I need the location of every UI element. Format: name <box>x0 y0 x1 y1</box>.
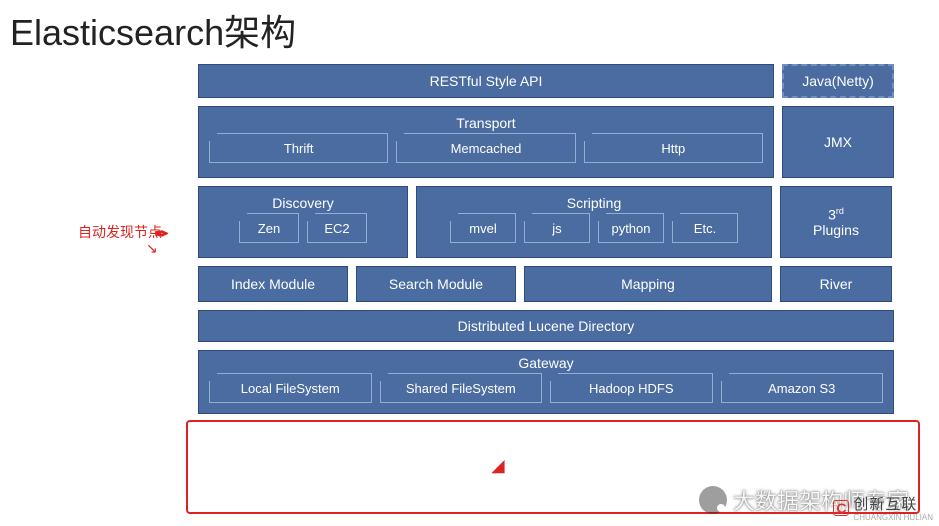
label: 3rd <box>828 206 844 223</box>
label: JMX <box>824 134 852 150</box>
block-jmx: JMX <box>782 106 894 178</box>
row-transport: Transport Thrift Memcached Http JMX <box>198 106 908 178</box>
brand-mark-icon: C <box>833 500 849 516</box>
row-gateway: Gateway Local FileSystem Shared FileSyst… <box>198 350 908 414</box>
block-mvel: mvel <box>450 213 516 243</box>
label: Gateway <box>518 351 573 373</box>
block-java-netty: Java(Netty) <box>782 64 894 98</box>
block-memcached: Memcached <box>396 133 575 163</box>
block-python: python <box>598 213 664 243</box>
wechat-icon <box>699 486 727 514</box>
block-local-fs: Local FileSystem <box>209 373 372 403</box>
block-discovery: Discovery Zen EC2 <box>198 186 408 258</box>
label: Mapping <box>621 276 675 292</box>
brand-en: CHUANGXIN HULIAN <box>853 514 933 522</box>
label: Java(Netty) <box>802 73 874 89</box>
block-hadoop-hdfs: Hadoop HDFS <box>550 373 713 403</box>
block-js: js <box>524 213 590 243</box>
page-title: Elasticsearch架构 <box>0 0 939 62</box>
block-zen: Zen <box>239 213 299 243</box>
row-lucene: Distributed Lucene Directory <box>198 310 908 342</box>
block-ec2: EC2 <box>307 213 367 243</box>
block-amazon-s3: Amazon S3 <box>721 373 884 403</box>
block-3rd-plugins: 3rd Plugins <box>780 186 892 258</box>
label: Transport <box>456 111 515 133</box>
block-river: River <box>780 266 892 302</box>
block-index-module: Index Module <box>198 266 348 302</box>
label: Discovery <box>272 191 333 213</box>
block-transport: Transport Thrift Memcached Http <box>198 106 774 178</box>
label: Scripting <box>567 191 621 213</box>
annotation-auto-discover: 自动发现节点 <box>78 222 162 242</box>
row-modules: Index Module Search Module Mapping River <box>198 266 908 302</box>
label: River <box>820 276 853 292</box>
row-api: RESTful Style API Java(Netty) <box>198 64 908 98</box>
label: Distributed Lucene Directory <box>458 318 635 334</box>
block-etc: Etc. <box>672 213 738 243</box>
annotation-arrow-icon <box>146 240 176 254</box>
architecture-diagram: RESTful Style API Java(Netty) Transport … <box>198 64 908 422</box>
block-mapping: Mapping <box>524 266 772 302</box>
block-http: Http <box>584 133 763 163</box>
block-search-module: Search Module <box>356 266 516 302</box>
block-distributed-lucene: Distributed Lucene Directory <box>198 310 894 342</box>
block-gateway: Gateway Local FileSystem Shared FileSyst… <box>198 350 894 414</box>
block-scripting: Scripting mvel js python Etc. <box>416 186 772 258</box>
label: RESTful Style API <box>430 73 543 89</box>
block-shared-fs: Shared FileSystem <box>380 373 543 403</box>
row-discovery-scripting: Discovery Zen EC2 Scripting mvel js pyth… <box>198 186 908 258</box>
label: Search Module <box>389 276 483 292</box>
brand-logo: C 创新互联 CHUANGXIN HULIAN <box>833 493 933 522</box>
brand-cn: 创新互联 <box>853 496 917 513</box>
label: Plugins <box>813 222 859 238</box>
label: Index Module <box>231 276 315 292</box>
block-thrift: Thrift <box>209 133 388 163</box>
block-restful-api: RESTful Style API <box>198 64 774 98</box>
annotation-mark2-icon: ◢ <box>492 456 504 476</box>
